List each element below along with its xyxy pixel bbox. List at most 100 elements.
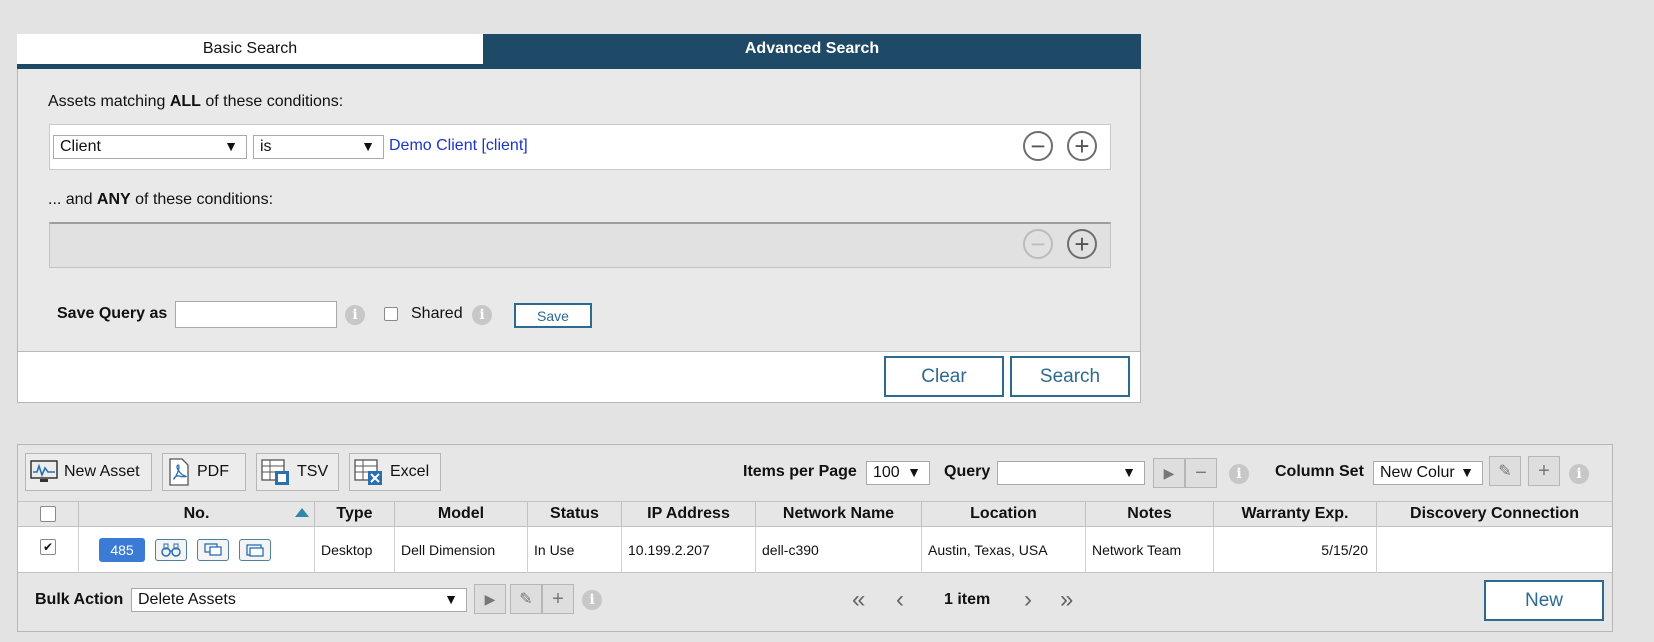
column-header-network-name[interactable]: Network Name — [756, 501, 922, 527]
page-info: 1 item — [944, 591, 991, 608]
shared-checkbox[interactable] — [384, 307, 398, 321]
tsv-button[interactable]: TSV — [256, 453, 339, 491]
items-per-page-select[interactable]: 100 ▼ — [866, 461, 930, 485]
plus-circle-icon: + — [1074, 229, 1090, 259]
column-header-no[interactable]: No. — [79, 501, 315, 527]
row-select-cell: ✔ — [18, 527, 79, 573]
column-header-ip-label: IP Address — [647, 505, 730, 522]
column-header-warranty[interactable]: Warranty Exp. — [1214, 501, 1377, 527]
items-per-page-label: Items per Page — [743, 463, 857, 480]
column-header-discovery[interactable]: Discovery Connection — [1377, 501, 1612, 527]
any-conditions-label: ... and ANY of these conditions: — [48, 191, 273, 209]
all-suffix: of these conditions: — [200, 93, 344, 110]
new-asset-label: New Asset — [64, 463, 140, 480]
pdf-label: PDF — [197, 463, 229, 480]
column-header-location[interactable]: Location — [922, 501, 1086, 527]
remove-any-condition-button: − — [1023, 229, 1053, 259]
info-icon: i — [345, 305, 365, 325]
plus-icon: + — [552, 587, 564, 610]
info-icon: i — [472, 305, 492, 325]
tab-basic-search[interactable]: Basic Search — [17, 34, 483, 64]
condition-field-value: Client — [60, 138, 101, 155]
window-icon[interactable] — [239, 539, 271, 561]
column-set-select[interactable]: New Colur ▼ — [1373, 461, 1483, 485]
minus-icon: − — [1195, 461, 1207, 484]
excel-button[interactable]: Excel — [349, 453, 441, 491]
column-header-type-label: Type — [336, 505, 373, 522]
column-header-warranty-label: Warranty Exp. — [1241, 505, 1349, 522]
chevron-down-icon: ▼ — [1122, 464, 1136, 480]
info-icon: i — [1229, 464, 1249, 484]
add-bulk-action-button[interactable]: + — [542, 584, 574, 614]
pdf-button[interactable]: PDF — [162, 453, 246, 491]
binoculars-icon[interactable] — [155, 539, 187, 561]
select-all-checkbox[interactable] — [40, 506, 56, 522]
remote-icon[interactable] — [197, 539, 229, 561]
column-header-status-label: Status — [550, 505, 599, 522]
excel-icon — [354, 458, 384, 486]
condition-field-select[interactable]: Client ▼ — [53, 135, 247, 159]
save-query-label: Save Query as — [57, 305, 168, 322]
edit-bulk-action-button[interactable]: ✎ — [510, 584, 542, 614]
column-header-model[interactable]: Model — [395, 501, 528, 527]
first-page-button[interactable]: « — [852, 586, 865, 614]
column-header-type[interactable]: Type — [315, 501, 395, 527]
info-icon: i — [1569, 464, 1589, 484]
run-bulk-action-button[interactable]: ▶ — [474, 584, 506, 614]
monitor-chart-icon — [30, 459, 58, 485]
excel-label: Excel — [390, 463, 430, 480]
clear-button-label: Clear — [921, 365, 967, 387]
row-discovery-cell — [1377, 527, 1612, 573]
new-asset-button[interactable]: New Asset — [25, 453, 152, 491]
asset-number-badge[interactable]: 485 — [99, 538, 145, 562]
any-prefix: ... and — [48, 191, 97, 208]
pdf-icon — [167, 458, 191, 486]
row-network-name-cell: dell-c390 — [756, 527, 922, 573]
chevron-down-icon: ▼ — [361, 138, 375, 154]
save-query-input[interactable] — [175, 301, 337, 328]
tab-advanced-search[interactable]: Advanced Search — [483, 34, 1141, 64]
column-header-network-name-label: Network Name — [782, 505, 895, 522]
save-query-button[interactable]: Save — [514, 303, 592, 328]
tsv-label: TSV — [297, 463, 329, 480]
condition-operator-select[interactable]: is ▼ — [253, 135, 384, 159]
remove-condition-button[interactable]: − — [1023, 131, 1053, 161]
add-any-condition-button[interactable]: + — [1067, 229, 1097, 259]
plus-circle-icon: + — [1074, 131, 1090, 161]
column-header-model-label: Model — [437, 505, 485, 522]
search-button[interactable]: Search — [1010, 356, 1130, 397]
play-icon: ▶ — [484, 590, 496, 607]
pencil-icon: ✎ — [1498, 463, 1512, 480]
row-warranty-cell: 5/15/20 — [1214, 527, 1377, 573]
add-column-set-button[interactable]: + — [1528, 456, 1560, 486]
next-page-button[interactable]: › — [1024, 586, 1032, 614]
new-button[interactable]: New — [1484, 580, 1604, 621]
new-button-label: New — [1524, 589, 1563, 611]
any-conditions-row — [49, 222, 1111, 268]
clear-button[interactable]: Clear — [884, 356, 1004, 397]
left-icon: ‹ — [896, 586, 904, 613]
row-status-cell: In Use — [528, 527, 622, 573]
double-left-icon: « — [852, 586, 866, 613]
condition-value-link[interactable]: Demo Client [client] — [389, 137, 528, 155]
run-query-button[interactable]: ▶ — [1153, 458, 1185, 488]
row-no-cell: 485 — [79, 527, 315, 573]
add-condition-button[interactable]: + — [1067, 131, 1097, 161]
bulk-action-select[interactable]: Delete Assets ▼ — [131, 588, 467, 612]
tab-advanced-search-label: Advanced Search — [744, 40, 880, 57]
previous-page-button[interactable]: ‹ — [896, 586, 904, 614]
row-checkbox[interactable]: ✔ — [40, 539, 56, 555]
query-label: Query — [944, 463, 991, 480]
all-conditions-label: Assets matching ALL of these conditions: — [48, 93, 343, 111]
play-icon: ▶ — [1163, 464, 1175, 481]
edit-column-set-button[interactable]: ✎ — [1489, 456, 1521, 486]
column-header-ip[interactable]: IP Address — [622, 501, 756, 527]
remove-query-button[interactable]: − — [1185, 458, 1217, 488]
column-header-status[interactable]: Status — [528, 501, 622, 527]
last-page-button[interactable]: » — [1060, 586, 1073, 614]
column-header-notes[interactable]: Notes — [1086, 501, 1214, 527]
any-bold: ANY — [96, 191, 131, 208]
query-select[interactable]: ▼ — [997, 461, 1145, 485]
row-type-cell: Desktop — [315, 527, 395, 573]
column-set-value: New Colur — [1380, 464, 1455, 481]
